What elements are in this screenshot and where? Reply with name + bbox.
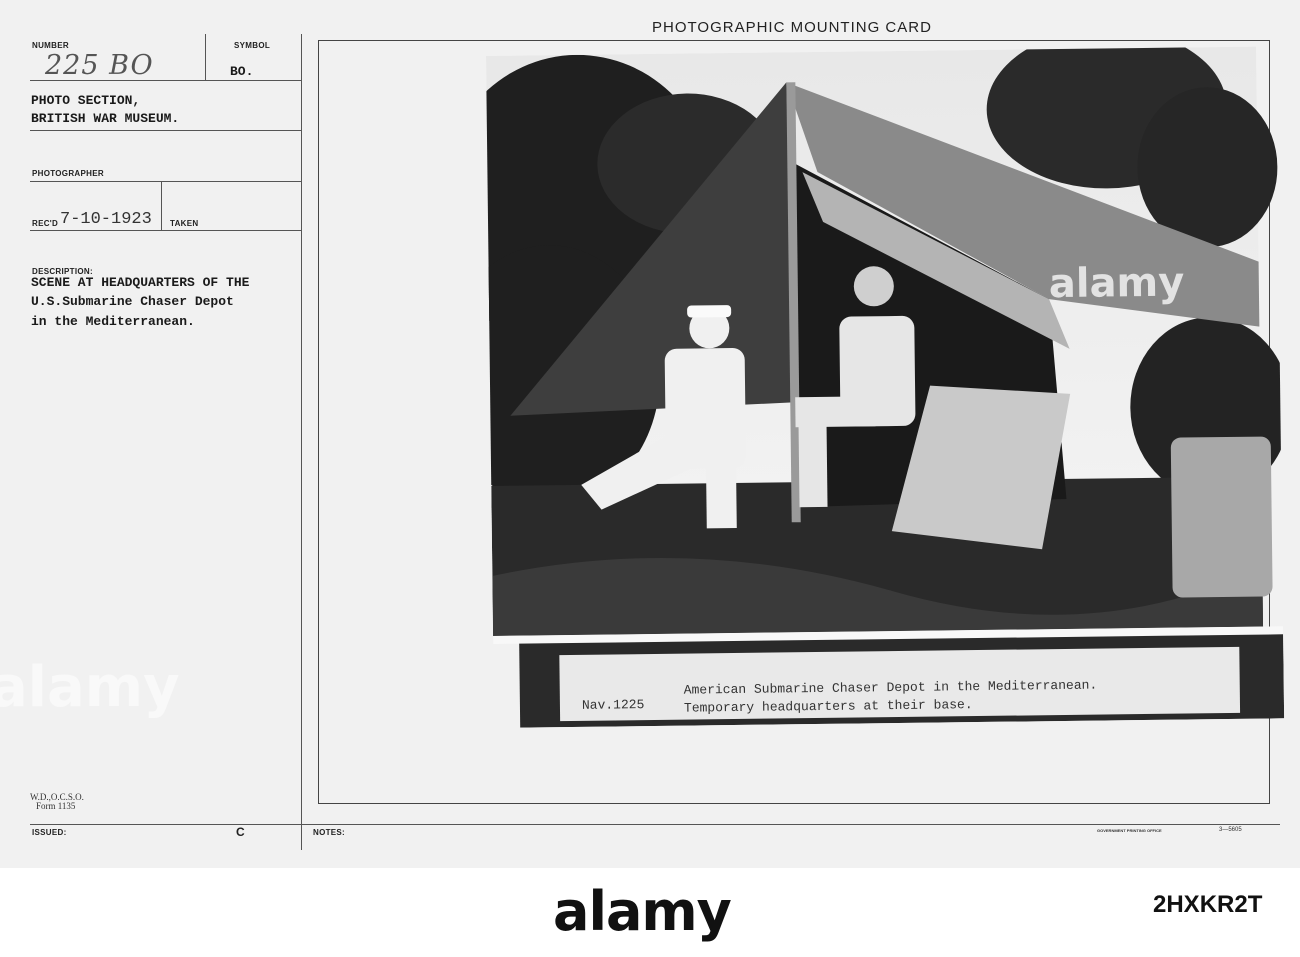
printer-code: 3—5605 (1219, 827, 1242, 833)
stock-id: 2HXKR2T (1153, 891, 1263, 918)
recd-taken-divider (161, 181, 162, 230)
photographer-row-line (30, 181, 301, 182)
description-line-2: U.S.Submarine Chaser Depot (31, 294, 234, 309)
notes-label: NOTES: (313, 828, 346, 837)
stock-footer: alamy 2HXKR2T (0, 868, 1300, 957)
number-label: NUMBER (32, 41, 69, 50)
description-line-1: SCENE AT HEADQUARTERS OF THE (31, 275, 250, 290)
printer-mark: GOVERNMENT PRINTING OFFICE (1097, 828, 1162, 833)
left-watermark: alamy (0, 655, 180, 720)
caption-number: Nav.1225 (582, 697, 645, 713)
symbol-value: BO. (230, 64, 254, 79)
card-header-title: PHOTOGRAPHIC MOUNTING CARD (652, 19, 932, 36)
recd-row-line (30, 230, 301, 231)
section-line-2: BRITISH WAR MUSEUM. (31, 111, 180, 126)
issued-value: C (236, 825, 245, 839)
description-line-3: in the Mediterranean. (31, 314, 195, 329)
photo-watermark: alamy (1049, 259, 1185, 307)
section-row-line (30, 130, 301, 131)
bottom-row-line (30, 824, 1280, 825)
symbol-label: SYMBOL (234, 41, 271, 50)
photo-scene: alamy Nav.1225 American Submarine Chaser… (486, 46, 1285, 728)
basket (1170, 436, 1273, 598)
number-value: 225 BO (45, 50, 154, 81)
mounting-card: PHOTOGRAPHIC MOUNTING CARD NUMBER 225 BO… (0, 0, 1300, 868)
taken-label: TAKEN (170, 219, 199, 228)
number-symbol-divider (205, 34, 206, 80)
footer-logo[interactable]: alamy (553, 880, 732, 943)
recd-label: REC'D (32, 219, 59, 228)
left-column-border (301, 34, 302, 850)
form-line-2: Form 1135 (36, 801, 76, 811)
recd-value: 7-10-1923 (60, 210, 152, 229)
mounted-photograph: alamy Nav.1225 American Submarine Chaser… (486, 46, 1285, 728)
issued-label: ISSUED: (32, 828, 67, 837)
section-line-1: PHOTO SECTION, (31, 93, 141, 108)
photographer-label: PHOTOGRAPHER (32, 169, 104, 178)
